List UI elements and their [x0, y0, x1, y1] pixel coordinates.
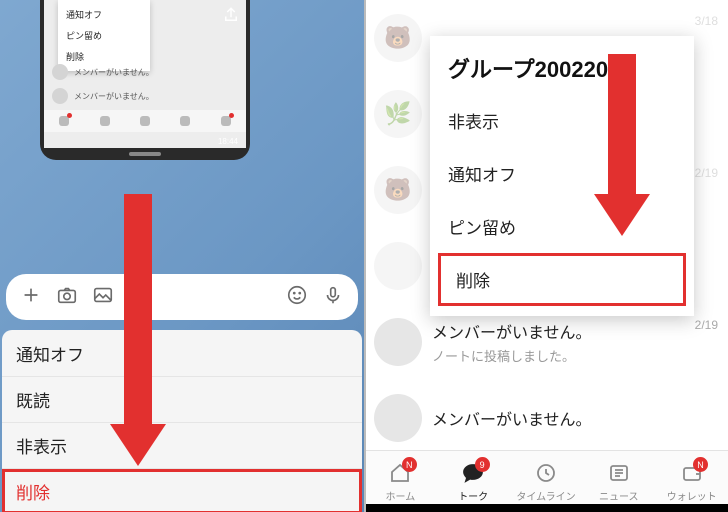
avatar — [374, 394, 422, 442]
tab-talk[interactable]: トーク 9 — [437, 451, 510, 512]
tab-home[interactable]: ホーム N — [364, 451, 437, 512]
tab-label: タイムライン — [516, 488, 575, 503]
plus-icon[interactable] — [20, 284, 42, 311]
avatar: 🐻 — [374, 166, 422, 214]
mic-icon[interactable] — [322, 284, 344, 311]
avatar — [374, 318, 422, 366]
avatar — [374, 242, 422, 290]
tab-bar: ホーム N トーク 9 タイムライン ニュース ウォレット N — [364, 450, 728, 512]
action-sheet: 通知オフ 既読 非表示 削除 — [2, 330, 362, 512]
mini-clock: 18:44 — [218, 137, 238, 146]
popup-pin[interactable]: ピン留め — [430, 200, 694, 253]
share-icon[interactable] — [222, 6, 240, 29]
mini-row-text: メンバーがいません。 — [74, 67, 154, 78]
actionsheet-read[interactable]: 既読 — [2, 376, 362, 422]
tab-label: ウォレット — [667, 488, 717, 503]
annotation-arrow — [124, 194, 166, 466]
chat-date: 3/18 — [695, 14, 718, 28]
mini-row-text: メンバーがいません。 — [74, 91, 154, 102]
camera-icon[interactable] — [56, 284, 78, 311]
avatar: 🐻 — [374, 14, 422, 62]
badge: N — [402, 457, 417, 472]
badge: N — [693, 457, 708, 472]
chat-title: メンバーがいません。 — [432, 319, 592, 343]
popup-title: グループ200220 — [430, 52, 694, 94]
mini-menu-item[interactable]: 通知オフ — [58, 4, 150, 25]
chat-date: 2/19 — [695, 166, 718, 180]
left-panel: 通知オフ ピン留め 削除 メンバーがいません。 メンバーがいません。 18:44 — [0, 0, 364, 512]
mini-menu-item[interactable]: ピン留め — [58, 25, 150, 46]
chat-subtitle: ノートに投稿しました。 — [432, 346, 592, 365]
tab-timeline[interactable]: タイムライン — [510, 451, 583, 512]
annotation-arrow — [608, 54, 650, 236]
tab-label: ニュース — [599, 488, 639, 503]
avatar: 🌿 — [374, 90, 422, 138]
phone-preview: 通知オフ ピン留め 削除 メンバーがいません。 メンバーがいません。 18:44 — [40, 0, 250, 160]
clock-icon — [534, 461, 558, 485]
actionsheet-mute[interactable]: 通知オフ — [2, 330, 362, 376]
popup-hide[interactable]: 非表示 — [430, 94, 694, 147]
badge: 9 — [475, 457, 490, 472]
popup-delete[interactable]: 削除 — [438, 253, 686, 306]
actionsheet-delete[interactable]: 削除 — [2, 468, 362, 512]
message-compose-bar: Aa — [6, 274, 358, 320]
photo-icon[interactable] — [92, 284, 114, 311]
tab-wallet[interactable]: ウォレット N — [655, 451, 728, 512]
emoji-icon[interactable] — [286, 284, 308, 311]
tab-label: トーク — [458, 488, 488, 503]
popup-mute[interactable]: 通知オフ — [430, 147, 694, 200]
actionsheet-hide[interactable]: 非表示 — [2, 422, 362, 468]
mini-tabbar — [44, 110, 246, 132]
chat-date: 2/19 — [695, 318, 718, 332]
android-navbar — [364, 504, 728, 512]
chat-row[interactable]: メンバーがいません。 — [364, 380, 728, 456]
right-panel: 🐻 3/18 🌿 🐻 2/19 メンバーがいません。 ノートに投稿しました。 — [364, 0, 728, 512]
news-icon — [607, 461, 631, 485]
tab-label: ホーム — [386, 488, 416, 503]
chat-title: メンバーがいません。 — [432, 406, 592, 430]
context-popup: グループ200220 非表示 通知オフ ピン留め 削除 — [430, 36, 694, 316]
tab-news[interactable]: ニュース — [582, 451, 655, 512]
